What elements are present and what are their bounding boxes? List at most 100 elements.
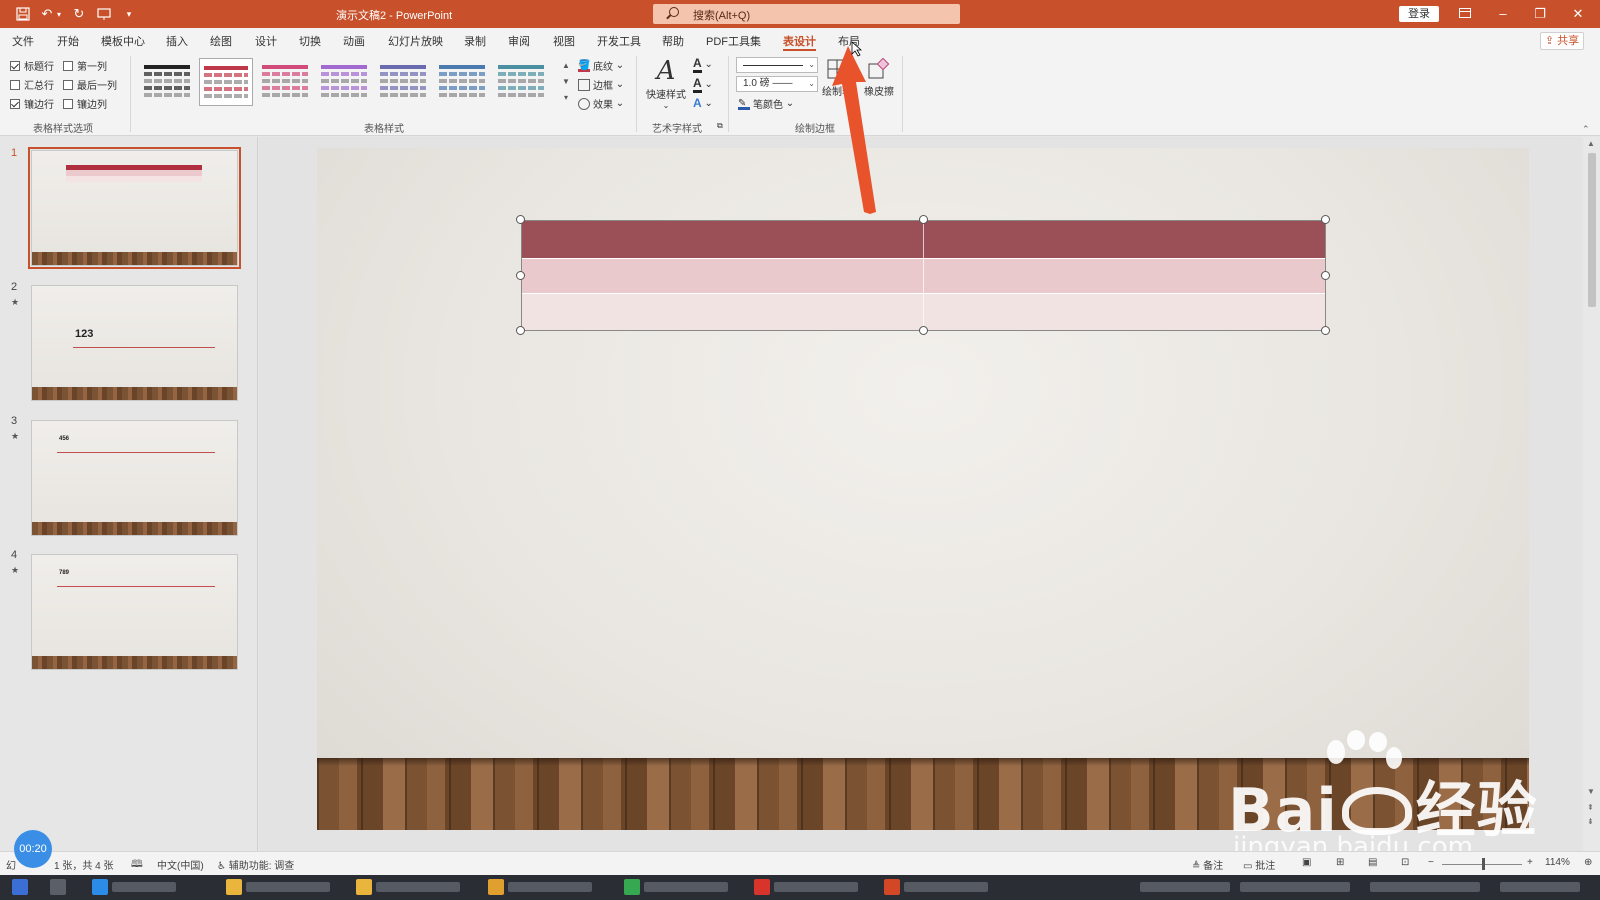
- system-tray[interactable]: [1370, 882, 1480, 892]
- checkbox-first-column[interactable]: 第一列: [63, 58, 107, 73]
- start-icon[interactable]: [12, 879, 28, 895]
- resize-handle[interactable]: [516, 271, 525, 280]
- resize-handle[interactable]: [1321, 271, 1330, 280]
- resize-handle[interactable]: [919, 215, 928, 224]
- tab-insert[interactable]: 插入: [166, 33, 188, 49]
- taskbar-app-icon[interactable]: [884, 879, 900, 895]
- scrollbar-thumb[interactable]: [1588, 153, 1596, 307]
- borders-button[interactable]: 边框 ⌄: [578, 77, 624, 92]
- resize-handle[interactable]: [516, 215, 525, 224]
- checkbox-banded-rows[interactable]: 镶边行: [10, 96, 54, 111]
- scroll-up-icon[interactable]: ▲: [1587, 139, 1595, 148]
- tab-layout[interactable]: 布局: [838, 33, 860, 49]
- gallery-more-icon[interactable]: ▾: [561, 90, 571, 106]
- table-style-swatch[interactable]: [258, 58, 312, 106]
- text-effects-button[interactable]: A ⌄: [693, 96, 713, 110]
- undo-dropdown-icon[interactable]: ▾: [54, 5, 64, 23]
- tab-table-design[interactable]: 表设计: [783, 33, 816, 51]
- taskbar-app-icon[interactable]: [624, 879, 640, 895]
- tab-view[interactable]: 视图: [553, 33, 575, 49]
- text-outline-button[interactable]: A ⌄: [693, 76, 713, 93]
- slide-canvas[interactable]: [317, 148, 1529, 830]
- gallery-up-icon[interactable]: ▲: [561, 58, 571, 74]
- save-icon[interactable]: [14, 5, 32, 23]
- tab-template-center[interactable]: 模板中心: [101, 33, 145, 49]
- tab-pdf-tools[interactable]: PDF工具集: [706, 33, 761, 49]
- normal-view-icon[interactable]: ▣: [1302, 857, 1311, 868]
- taskbar-app-icon[interactable]: [50, 879, 66, 895]
- scroll-down-icon[interactable]: ▼: [1587, 787, 1595, 796]
- table-style-swatch[interactable]: [317, 58, 371, 106]
- slide-sorter-icon[interactable]: ⊞: [1336, 857, 1344, 868]
- resize-handle[interactable]: [516, 326, 525, 335]
- notes-button[interactable]: ≜ 备注: [1192, 857, 1223, 872]
- resize-handle[interactable]: [919, 326, 928, 335]
- table-style-swatch[interactable]: [494, 58, 548, 106]
- tab-design[interactable]: 设计: [255, 33, 277, 49]
- search-box[interactable]: 搜索(Alt+Q): [653, 4, 960, 24]
- next-slide-icon[interactable]: ⇟: [1587, 817, 1594, 826]
- zoom-out-icon[interactable]: −: [1428, 857, 1434, 868]
- minimize-icon[interactable]: –: [1491, 4, 1515, 24]
- tab-home[interactable]: 开始: [57, 33, 79, 49]
- language-status[interactable]: 中文(中国): [157, 857, 204, 872]
- gallery-down-icon[interactable]: ▼: [561, 74, 571, 90]
- draw-table-button[interactable]: 绘制表: [818, 58, 856, 98]
- tab-help[interactable]: 帮助: [662, 33, 684, 49]
- taskbar-app-icon[interactable]: [92, 879, 108, 895]
- system-tray[interactable]: [1240, 882, 1350, 892]
- tab-draw[interactable]: 绘图: [210, 33, 232, 49]
- resize-handle[interactable]: [1321, 215, 1330, 224]
- quick-styles-button[interactable]: A 快速样式 ⌄: [645, 56, 687, 110]
- taskbar-app-icon[interactable]: [754, 879, 770, 895]
- start-slideshow-icon[interactable]: [95, 5, 113, 23]
- ribbon-display-icon[interactable]: [1453, 4, 1477, 24]
- reading-view-icon[interactable]: ▤: [1368, 857, 1377, 868]
- tab-animations[interactable]: 动画: [343, 33, 365, 49]
- previous-slide-icon[interactable]: ⇞: [1587, 803, 1594, 812]
- spell-check-icon[interactable]: 🕮: [131, 857, 143, 874]
- zoom-level[interactable]: 114%: [1545, 857, 1570, 868]
- taskbar-app-icon[interactable]: [356, 879, 372, 895]
- fit-slide-icon[interactable]: ⊕: [1584, 857, 1592, 868]
- effects-button[interactable]: 效果 ⌄: [578, 96, 624, 111]
- table-style-swatch[interactable]: [140, 58, 194, 106]
- text-fill-button[interactable]: A ⌄: [693, 56, 713, 73]
- redo-icon[interactable]: ↻: [70, 5, 88, 23]
- collapse-ribbon-icon[interactable]: ⌃: [1582, 124, 1590, 135]
- tab-review[interactable]: 审阅: [508, 33, 530, 49]
- zoom-slider-thumb[interactable]: [1482, 858, 1485, 870]
- shading-button[interactable]: 🪣 底纹 ⌄: [578, 58, 624, 73]
- share-button[interactable]: ⇪ 共享: [1540, 32, 1584, 50]
- close-icon[interactable]: ✕: [1566, 4, 1590, 24]
- slide-thumbnail-4[interactable]: 789: [31, 554, 238, 670]
- slide-thumbnail-2[interactable]: 123: [31, 285, 238, 401]
- slide-thumbnail-1[interactable]: [28, 147, 241, 269]
- taskbar-app-icon[interactable]: [226, 879, 242, 895]
- comments-button[interactable]: ▭ 批注: [1243, 857, 1275, 872]
- tab-slideshow[interactable]: 幻灯片放映: [388, 33, 443, 49]
- gallery-scroll[interactable]: ▲ ▼ ▾: [561, 58, 571, 108]
- table-style-swatch[interactable]: [435, 58, 489, 106]
- tab-transitions[interactable]: 切换: [299, 33, 321, 49]
- checkbox-header-row[interactable]: 标题行: [10, 58, 54, 73]
- pen-color-button[interactable]: ✎ 笔颜色 ⌄: [738, 96, 794, 111]
- slideshow-view-icon[interactable]: ⊡: [1401, 857, 1409, 868]
- tab-record[interactable]: 录制: [464, 33, 486, 49]
- pen-style-select[interactable]: ⌄: [736, 57, 818, 73]
- checkbox-banded-columns[interactable]: 镶边列: [63, 96, 107, 111]
- tab-developer[interactable]: 开发工具: [597, 33, 641, 49]
- pen-weight-select[interactable]: 1.0 磅 —— ⌄: [736, 76, 818, 92]
- checkbox-total-row[interactable]: 汇总行: [10, 77, 54, 92]
- slide-thumbnail-3[interactable]: 456: [31, 420, 238, 536]
- accessibility-status[interactable]: ♿ 辅助功能: 调查: [217, 857, 294, 872]
- table-style-swatch[interactable]: [199, 58, 253, 106]
- restore-icon[interactable]: ❐: [1528, 4, 1552, 24]
- customize-quick-access-icon[interactable]: ▾: [120, 5, 138, 23]
- login-button[interactable]: 登录: [1399, 6, 1439, 22]
- resize-handle[interactable]: [1321, 326, 1330, 335]
- eraser-button[interactable]: 橡皮擦: [860, 57, 898, 98]
- vertical-scrollbar[interactable]: ▲ ▼ ⇞ ⇟: [1584, 137, 1600, 851]
- tab-file[interactable]: 文件: [12, 33, 34, 49]
- table-style-swatch[interactable]: [376, 58, 430, 106]
